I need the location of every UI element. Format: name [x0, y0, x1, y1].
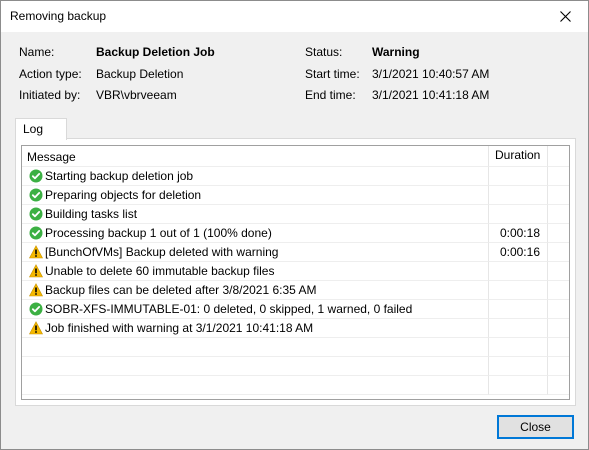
name-value: Backup Deletion Job — [96, 45, 215, 59]
filler-cell — [548, 281, 569, 300]
duration-cell — [489, 319, 548, 338]
duration-cell — [489, 167, 548, 186]
table-row[interactable]: Unable to delete 60 immutable backup fil… — [22, 262, 569, 281]
action-type-value: Backup Deletion — [96, 67, 184, 81]
log-duration: 0:00:18 — [499, 226, 540, 240]
table-row[interactable]: Backup files can be deleted after 3/8/20… — [22, 281, 569, 300]
log-message: SOBR-XFS-IMMUTABLE-01: 0 deleted, 0 skip… — [45, 302, 413, 316]
warning-triangle-icon — [29, 264, 43, 278]
initiated-by-value: VBR\vbrveeam — [96, 88, 177, 102]
duration-cell — [489, 281, 548, 300]
duration-cell — [489, 300, 548, 319]
check-circle-icon — [29, 207, 43, 221]
duration-cell: 0:00:18 — [489, 224, 548, 243]
message-cell: Preparing objects for deletion — [22, 186, 489, 205]
log-table[interactable]: Message Duration Starting backup deletio… — [21, 145, 570, 400]
message-cell: [BunchOfVMs] Backup deleted with warning — [22, 243, 489, 262]
warning-triangle-icon — [29, 283, 43, 297]
filler-cell — [548, 262, 569, 281]
status-label: Status: — [305, 45, 343, 59]
column-header-filler — [548, 146, 569, 167]
message-cell: SOBR-XFS-IMMUTABLE-01: 0 deleted, 0 skip… — [22, 300, 489, 319]
message-cell — [22, 376, 489, 395]
duration-cell — [489, 205, 548, 224]
filler-cell — [548, 205, 569, 224]
warning-triangle-icon — [29, 245, 43, 259]
table-row[interactable]: Preparing objects for deletion — [22, 186, 569, 205]
log-message: Unable to delete 60 immutable backup fil… — [45, 264, 275, 278]
filler-cell — [548, 357, 569, 376]
log-message: Building tasks list — [45, 207, 138, 221]
message-cell: Building tasks list — [22, 205, 489, 224]
tab-log-label: Log — [23, 122, 44, 136]
log-message: Backup files can be deleted after 3/8/20… — [45, 283, 317, 297]
filler-cell — [548, 300, 569, 319]
filler-cell — [548, 243, 569, 262]
duration-cell — [489, 357, 548, 376]
table-row[interactable]: Building tasks list — [22, 205, 569, 224]
message-cell: Backup files can be deleted after 3/8/20… — [22, 281, 489, 300]
filler-cell — [548, 186, 569, 205]
tab-log[interactable]: Log — [15, 118, 67, 140]
message-cell: Processing backup 1 out of 1 (100% done) — [22, 224, 489, 243]
log-message: Starting backup deletion job — [45, 169, 194, 183]
filler-cell — [548, 167, 569, 186]
table-row[interactable]: SOBR-XFS-IMMUTABLE-01: 0 deleted, 0 skip… — [22, 300, 569, 319]
filler-cell — [548, 224, 569, 243]
initiated-by-label: Initiated by: — [19, 88, 81, 102]
removing-backup-dialog: Removing backup Name: Backup Deletion Jo… — [0, 0, 589, 450]
message-cell: Unable to delete 60 immutable backup fil… — [22, 262, 489, 281]
empty-table-row — [22, 357, 569, 376]
table-row[interactable]: [BunchOfVMs] Backup deleted with warning… — [22, 243, 569, 262]
empty-table-row — [22, 338, 569, 357]
window-title: Removing backup — [10, 9, 107, 23]
check-circle-icon — [29, 302, 43, 316]
log-message: Processing backup 1 out of 1 (100% done) — [45, 226, 272, 240]
message-cell: Job finished with warning at 3/1/2021 10… — [22, 319, 489, 338]
log-message: [BunchOfVMs] Backup deleted with warning — [45, 245, 279, 259]
message-cell: Starting backup deletion job — [22, 167, 489, 186]
column-header-message[interactable]: Message — [22, 146, 489, 167]
table-row[interactable]: Starting backup deletion job — [22, 167, 569, 186]
status-value: Warning — [372, 45, 420, 59]
filler-cell — [548, 319, 569, 338]
message-cell — [22, 338, 489, 357]
filler-cell — [548, 376, 569, 395]
close-icon[interactable] — [542, 1, 588, 32]
start-time-label: Start time: — [305, 67, 360, 81]
warning-triangle-icon — [29, 321, 43, 335]
message-cell — [22, 357, 489, 376]
table-row[interactable]: Job finished with warning at 3/1/2021 10… — [22, 319, 569, 338]
duration-cell — [489, 262, 548, 281]
start-time-value: 3/1/2021 10:40:57 AM — [372, 67, 490, 81]
column-header-duration[interactable]: Duration — [489, 146, 548, 167]
duration-cell: 0:00:16 — [489, 243, 548, 262]
close-button[interactable]: Close — [497, 415, 574, 439]
check-circle-icon — [29, 169, 43, 183]
log-table-header: Message Duration — [22, 146, 569, 167]
duration-cell — [489, 186, 548, 205]
check-circle-icon — [29, 226, 43, 240]
duration-cell — [489, 338, 548, 357]
name-label: Name: — [19, 45, 55, 59]
log-duration: 0:00:16 — [499, 245, 540, 259]
empty-table-row — [22, 376, 569, 395]
title-bar: Removing backup — [1, 1, 588, 32]
log-message: Preparing objects for deletion — [45, 188, 202, 202]
end-time-label: End time: — [305, 88, 356, 102]
table-row[interactable]: Processing backup 1 out of 1 (100% done)… — [22, 224, 569, 243]
log-message: Job finished with warning at 3/1/2021 10… — [45, 321, 314, 335]
duration-cell — [489, 376, 548, 395]
end-time-value: 3/1/2021 10:41:18 AM — [372, 88, 490, 102]
log-tab-panel: Message Duration Starting backup deletio… — [15, 138, 576, 406]
action-type-label: Action type: — [19, 67, 82, 81]
filler-cell — [548, 338, 569, 357]
check-circle-icon — [29, 188, 43, 202]
